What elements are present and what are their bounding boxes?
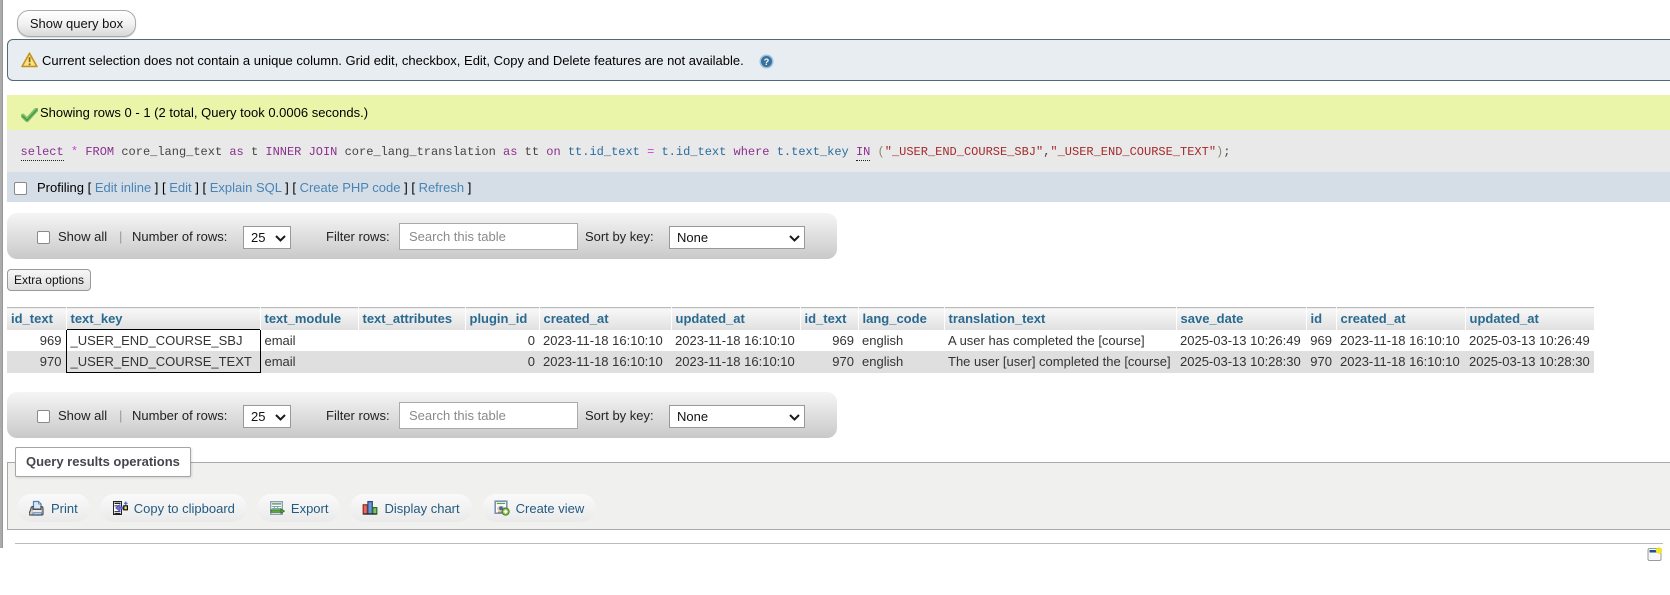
svg-text:?: ? (763, 57, 769, 67)
